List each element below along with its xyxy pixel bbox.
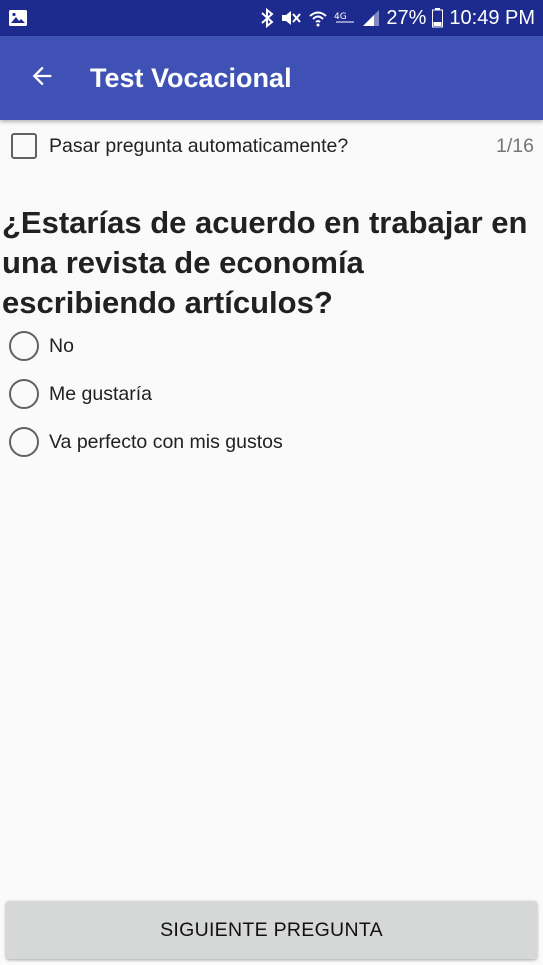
lte-icon: 4G bbox=[334, 8, 356, 28]
mute-icon bbox=[280, 8, 302, 28]
app-bar: Test Vocacional bbox=[0, 36, 543, 120]
next-question-button[interactable]: SIGUIENTE PREGUNTA bbox=[6, 901, 537, 959]
option-me-gustaria[interactable]: Me gustaría bbox=[0, 370, 543, 418]
radio-button[interactable] bbox=[9, 427, 39, 457]
battery-icon bbox=[432, 8, 444, 28]
main-content: Pasar pregunta automaticamente? 1/16 ¿Es… bbox=[0, 120, 543, 895]
auto-advance-label[interactable]: Pasar pregunta automaticamente? bbox=[49, 135, 348, 158]
signal-icon bbox=[362, 9, 380, 27]
auto-advance-row: Pasar pregunta automaticamente? 1/16 bbox=[0, 120, 543, 172]
bluetooth-icon bbox=[260, 8, 274, 28]
arrow-back-icon bbox=[28, 62, 56, 95]
option-label: Va perfecto con mis gustos bbox=[49, 430, 283, 453]
status-bar: 4G 27% 10:49 PM bbox=[0, 0, 543, 36]
wifi-icon bbox=[308, 8, 328, 28]
page-title: Test Vocacional bbox=[90, 62, 292, 93]
back-button[interactable] bbox=[12, 48, 72, 108]
question-counter: 1/16 bbox=[496, 134, 534, 157]
auto-advance-checkbox[interactable] bbox=[11, 133, 37, 159]
svg-text:4G: 4G bbox=[334, 12, 347, 22]
option-va-perfecto[interactable]: Va perfecto con mis gustos bbox=[0, 418, 543, 466]
clock: 10:49 PM bbox=[449, 6, 535, 29]
option-label: Me gustaría bbox=[49, 382, 152, 405]
battery-percent: 27% bbox=[386, 6, 427, 29]
option-label: No bbox=[49, 334, 74, 357]
option-no[interactable]: No bbox=[0, 322, 543, 370]
radio-button[interactable] bbox=[9, 331, 39, 361]
radio-button[interactable] bbox=[9, 379, 39, 409]
question-text: ¿Estarías de acuerdo en trabajar en una … bbox=[2, 205, 528, 320]
image-icon bbox=[8, 9, 28, 27]
answer-options: No Me gustaría Va perfecto con mis gusto… bbox=[0, 322, 543, 466]
